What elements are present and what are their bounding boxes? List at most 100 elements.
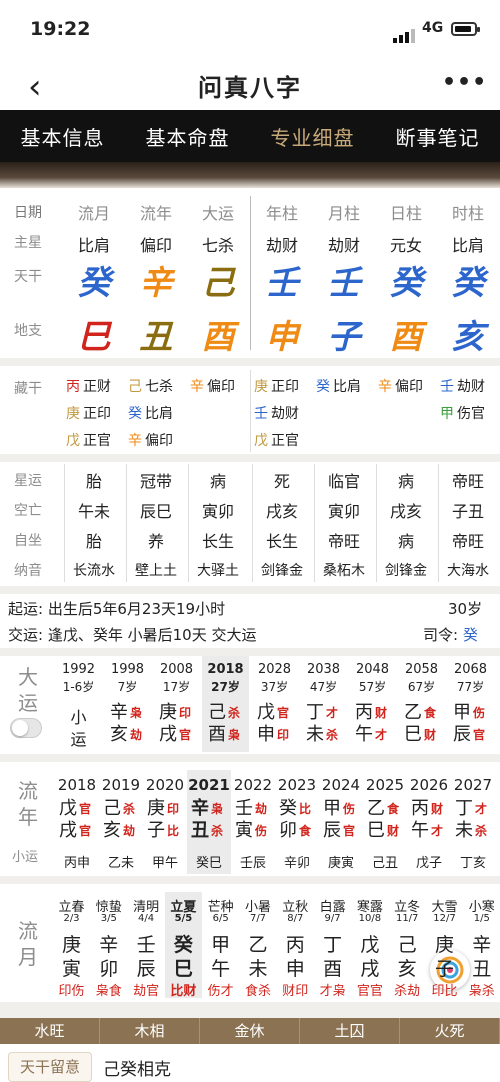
tab-pro-chart[interactable]: 专业细盘	[271, 122, 355, 151]
liunian-gan: 乙	[367, 798, 385, 819]
liunian-gan: 甲	[323, 798, 341, 819]
liunian-year[interactable]: 2018	[55, 776, 99, 794]
liuyue-zhi: 未	[248, 958, 268, 980]
dayun-shishen-2: 才	[375, 728, 388, 742]
liuyue-shishen: 食杀	[244, 984, 271, 999]
canggan-item: 甲伤官	[440, 403, 485, 423]
liunian-zhi: 戌	[59, 820, 77, 841]
row-label-date: 日期	[14, 205, 42, 221]
liuyue-shishen: 比财	[170, 984, 197, 999]
dayun-year[interactable]: 1998	[104, 662, 151, 677]
liunian-year[interactable]: 2023	[275, 776, 319, 794]
canggan-shishen: 比肩	[145, 406, 173, 422]
liunian-shishen-2: 财	[387, 824, 400, 838]
dayun-year[interactable]: 2028	[251, 662, 298, 677]
liuyue-gan: 辛	[99, 934, 119, 956]
liuyue-date: 1/5	[473, 913, 490, 924]
main-star: 元女	[389, 236, 422, 255]
column-head: 流月	[77, 204, 110, 223]
dayun-year[interactable]: 2018	[202, 662, 249, 677]
canggan-stem: 己	[128, 379, 142, 395]
main-star: 劫财	[327, 236, 360, 255]
dayun-year[interactable]: 2058	[398, 662, 445, 677]
liunian-zhi: 亥	[103, 820, 121, 841]
liuyue-gan: 壬	[136, 934, 156, 956]
zizuo-value: 胎	[85, 532, 102, 551]
divider	[0, 1002, 500, 1018]
tab-basic-info[interactable]: 基本信息	[21, 122, 105, 151]
network-label: 4G	[422, 20, 444, 36]
kongwang-value: 戌亥	[389, 502, 422, 521]
dayun-shishen-2: 枭	[228, 728, 241, 742]
dayun-zhi: 辰	[453, 724, 471, 745]
dizhi-char: 丑	[139, 317, 173, 356]
liunian-year[interactable]: 2019	[99, 776, 143, 794]
divider	[0, 586, 500, 594]
liuyue-date: 7/7	[249, 913, 267, 924]
liunian-year[interactable]: 2021	[187, 776, 231, 794]
column-head: 月柱	[327, 204, 360, 223]
xiaoyun-value: 壬辰	[239, 856, 266, 871]
main-star: 七杀	[201, 236, 234, 255]
liunian-zhi: 寅	[235, 820, 253, 841]
liunian-shishen-2: 杀	[211, 824, 224, 838]
liunian-year[interactable]: 2020	[143, 776, 187, 794]
wuxing-item: 水旺	[0, 1018, 100, 1044]
liunian-shishen-1: 比	[299, 802, 312, 816]
tab-notes[interactable]: 断事笔记	[396, 122, 480, 151]
footer-tab-tiangan[interactable]: 天干留意	[8, 1052, 92, 1082]
canggan-shishen: 七杀	[145, 379, 173, 395]
liunian-year[interactable]: 2026	[407, 776, 451, 794]
grid-line	[188, 464, 189, 582]
liunian-year[interactable]: 2025	[363, 776, 407, 794]
liunian-zhi: 巳	[367, 820, 385, 841]
liunian-zhi: 丑	[191, 820, 209, 841]
liuyue-date: 12/7	[433, 913, 456, 924]
dayun-year[interactable]: 2068	[447, 662, 494, 677]
canggan-shishen: 伤官	[457, 406, 485, 422]
dayun-year[interactable]: 2038	[300, 662, 347, 677]
dayun-shishen-2: 财	[424, 728, 437, 742]
dayun-gan: 丁	[306, 702, 324, 723]
liunian-shishen-2: 劫	[123, 824, 136, 838]
dayun-shishen-1: 财	[375, 706, 388, 720]
grid-line	[438, 464, 439, 582]
tab-basic-chart[interactable]: 基本命盘	[146, 122, 230, 151]
more-menu-icon[interactable]: •••	[442, 70, 487, 95]
liunian-year[interactable]: 2022	[231, 776, 275, 794]
kongwang-value: 戌亥	[265, 502, 298, 521]
canggan-stem: 壬	[254, 406, 268, 422]
liuyue-shishen: 财印	[282, 984, 309, 999]
liunian-shishen-1: 官	[79, 802, 92, 816]
liunian-shishen-1: 枭	[211, 802, 224, 816]
liunian-zhi: 午	[411, 820, 429, 841]
liunian-year[interactable]: 2027	[451, 776, 495, 794]
row-label-dizhi: 地支	[14, 323, 42, 339]
dayun-zhi: 戌	[159, 724, 177, 745]
xiaoyun-value: 癸巳	[195, 856, 222, 871]
dayun-toggle[interactable]	[10, 718, 42, 738]
dayun-gan: 庚	[159, 702, 177, 723]
liuyue-date: 5/5	[174, 913, 193, 924]
dayun-year[interactable]: 2048	[349, 662, 396, 677]
xiaoyun-value: 丙申	[63, 856, 90, 871]
dayun-age: 77岁	[456, 680, 485, 694]
dayun-year[interactable]: 2008	[153, 662, 200, 677]
tiangan-char: 壬	[327, 263, 361, 302]
dayun-small-2: 运	[70, 730, 87, 749]
dayun-small-1: 小	[70, 708, 87, 727]
liunian-zhi: 辰	[323, 820, 341, 841]
liunian-year[interactable]: 2024	[319, 776, 363, 794]
dayun-year[interactable]: 1992	[55, 662, 102, 677]
grid-line	[376, 464, 377, 582]
wuxing-bar: 水旺 木相 金休 土囚 火死	[0, 1018, 500, 1044]
canggan-item: 庚正印	[66, 403, 111, 423]
xiaoyun-value: 乙未	[107, 856, 134, 871]
canggan-stem: 辛	[128, 433, 142, 449]
dayun-shishen-1: 枭	[130, 706, 143, 720]
row-label-tiangan: 天干	[14, 269, 42, 285]
xingyun-value: 死	[273, 472, 290, 491]
divider	[0, 876, 500, 884]
liuyue-gan: 戊	[360, 934, 380, 956]
canggan-item: 壬劫财	[440, 376, 485, 396]
